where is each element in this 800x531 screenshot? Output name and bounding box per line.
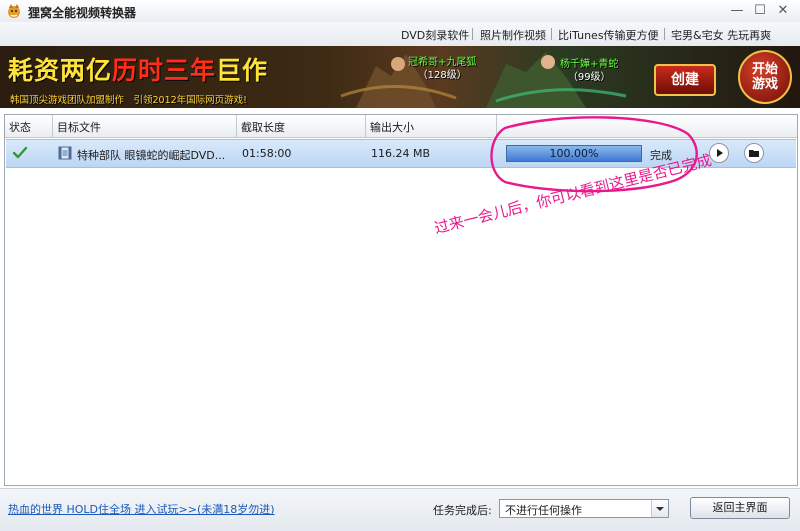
maximize-button[interactable]: ☐ (750, 2, 770, 20)
play-button[interactable] (709, 143, 729, 163)
banner-start-line2: 游戏 (751, 77, 778, 92)
column-divider[interactable] (236, 115, 237, 137)
link-separator (551, 28, 552, 40)
ad-banner[interactable]: 耗资两亿历时三年巨作 韩国顶尖游戏团队加盟制作 引领2012年国际网页游戏! 冠… (0, 46, 800, 108)
title-bar: 狸窝全能视频转换器 — ☐ ✕ (0, 0, 800, 23)
banner-create-button[interactable]: 创建 (654, 64, 716, 96)
banner-character-a-name: 冠希哥+九尾狐 (408, 57, 477, 68)
converter-window: 狸窝全能视频转换器 — ☐ ✕ DVD刻录软件 照片制作视频 比iTunes传输… (0, 0, 800, 531)
column-target-file[interactable]: 目标文件 (57, 119, 101, 135)
task-output-size: 116.24 MB (371, 147, 431, 160)
link-game-promo[interactable]: 宅男&宅女 先玩再爽 (671, 27, 771, 43)
banner-start-game-button[interactable]: 开始 游戏 (738, 50, 792, 104)
banner-headline-part3: 巨作 (216, 56, 269, 85)
back-to-main-button[interactable]: 返回主界面 (690, 497, 790, 519)
banner-headline: 耗资两亿历时三年巨作 (8, 51, 268, 87)
dropdown-arrow[interactable] (651, 500, 668, 517)
video-file-icon (58, 146, 72, 160)
link-dvd-burning[interactable]: DVD刻录软件 (401, 27, 469, 43)
banner-character-b-name: 杨千嬅+青蛇 (560, 59, 619, 70)
link-itunes-transfer[interactable]: 比iTunes传输更方便 (558, 27, 659, 43)
after-task-select[interactable]: 不进行任何操作 (499, 499, 669, 518)
task-duration: 01:58:00 (242, 147, 292, 160)
banner-character-b: 杨千嬅+青蛇 （99级） (560, 58, 618, 84)
column-divider[interactable] (52, 115, 53, 137)
column-divider[interactable] (365, 115, 366, 137)
checkmark-icon (12, 146, 28, 159)
banner-subline: 韩国顶尖游戏团队加盟制作 引领2012年国际网页游戏! (10, 95, 247, 106)
column-output-size[interactable]: 输出大小 (370, 119, 414, 135)
banner-headline-part1: 耗资两亿 (8, 56, 113, 85)
banner-character-a: 冠希哥+九尾狐 （128级） (408, 56, 476, 82)
after-task-select-value: 不进行任何操作 (505, 504, 582, 517)
close-button[interactable]: ✕ (773, 2, 793, 20)
minimize-button[interactable]: — (727, 2, 747, 20)
after-task-label: 任务完成后: (433, 504, 492, 517)
play-icon (717, 149, 723, 157)
banner-headline-part2: 历时三年 (112, 56, 217, 85)
open-folder-button[interactable] (744, 143, 764, 163)
column-status[interactable]: 状态 (9, 119, 31, 135)
link-separator (664, 28, 665, 40)
task-progress-text: 100.00% (549, 147, 599, 160)
link-photo-video[interactable]: 照片制作视频 (480, 27, 546, 43)
banner-start-line1: 开始 (751, 62, 778, 77)
link-separator (472, 28, 473, 40)
task-progress-bar: 100.00% (506, 145, 642, 162)
top-link-bar: DVD刻录软件 照片制作视频 比iTunes传输更方便 宅男&宅女 先玩再爽 (0, 22, 800, 46)
footer-bar: 热血的世界 HOLD住全场 进入试玩>>(未满18岁勿进) 任务完成后: 不进行… (0, 488, 800, 531)
task-list-header: 状态 目标文件 截取长度 输出大小 (5, 115, 797, 138)
fox-app-icon (8, 4, 20, 18)
banner-character-a-level: （128级） (417, 70, 467, 81)
folder-icon (749, 150, 759, 157)
promo-link[interactable]: 热血的世界 HOLD住全场 进入试玩>>(未满18岁勿进) (8, 501, 275, 517)
task-file-name: 特种部队 眼镜蛇的崛起DVD... (77, 149, 226, 162)
chevron-down-icon (656, 507, 664, 511)
column-duration[interactable]: 截取长度 (241, 119, 285, 135)
banner-character-b-level: （99级） (567, 72, 611, 83)
window-title: 狸窝全能视频转换器 (28, 6, 137, 20)
column-divider[interactable] (496, 115, 497, 137)
